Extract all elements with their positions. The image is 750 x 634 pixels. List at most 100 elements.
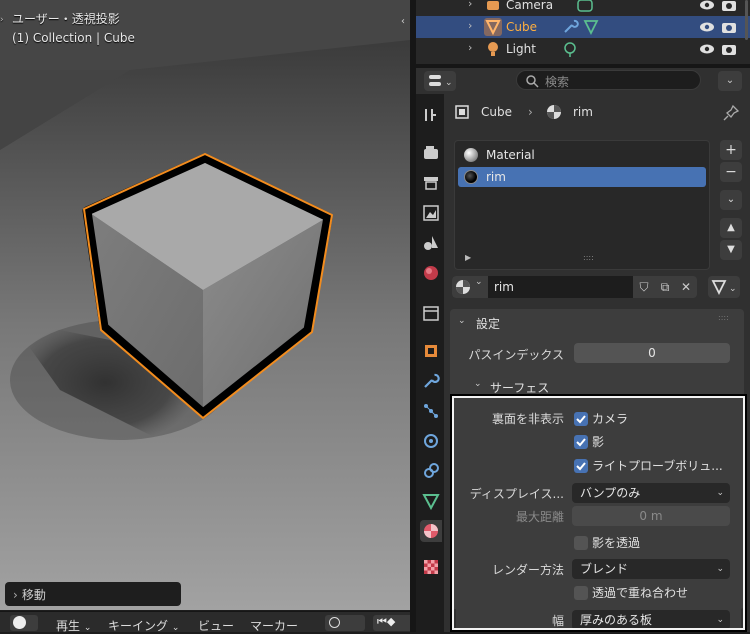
tab-render[interactable] [420, 142, 442, 164]
material-name: rim [494, 280, 514, 294]
transparent-shadow-label[interactable]: 影を透過 [592, 534, 640, 551]
tab-data[interactable] [420, 490, 442, 512]
transparency-overlap-label[interactable]: 透過で重ね合わせ [592, 584, 688, 601]
chevron-right-icon[interactable]: › [468, 41, 472, 54]
properties-search[interactable]: 検索 [516, 70, 701, 90]
surface-subpanel-title[interactable]: サーフェス [490, 379, 549, 396]
properties-editor-icon: ⌄ [429, 75, 453, 88]
render-camera-icon[interactable] [720, 0, 738, 14]
material-icon [456, 280, 470, 294]
displacement-label: ディスプレイス... [469, 487, 564, 501]
3d-viewport[interactable]: ユーザー・透視投影 (1) Collection | Cube › ‹ [0, 0, 410, 610]
filter-toggle-icon[interactable]: ▶ [465, 253, 471, 262]
material-slot[interactable]: rim [458, 167, 706, 187]
drag-handle-icon[interactable]: :::: [718, 313, 729, 322]
last-operator-panel[interactable]: › 移動 [5, 582, 181, 606]
outliner-row-light[interactable]: › Light [416, 38, 750, 60]
tab-world[interactable] [420, 262, 442, 284]
link-type-button[interactable]: ⌄ [708, 276, 740, 298]
playback-menu[interactable]: 再生 ⌄ [56, 617, 91, 634]
tab-texture[interactable] [420, 556, 442, 578]
backface-camera-checkbox[interactable] [574, 412, 588, 426]
material-slot[interactable]: Material [458, 145, 706, 165]
backface-camera-label[interactable]: カメラ [592, 410, 628, 427]
outliner: › Camera › Cube › Light [416, 0, 750, 64]
backface-lightprobe-label[interactable]: ライトプローブボリュ... [592, 457, 723, 474]
slot-specials-button[interactable]: ⌄ [720, 190, 742, 210]
properties-tabs [416, 94, 444, 632]
auto-key-button[interactable] [325, 615, 365, 631]
render-icon [424, 146, 438, 159]
thickness-mode-dropdown[interactable]: 厚みのある板 ⌄ [572, 610, 730, 630]
mesh-object-icon [484, 18, 502, 36]
tab-output[interactable] [420, 172, 442, 194]
mesh-data-icon [422, 494, 440, 511]
outliner-scrollbar[interactable] [745, 0, 748, 40]
displacement-method-dropdown[interactable]: バンプのみ ⌄ [572, 483, 730, 503]
chevron-right-icon[interactable]: › [468, 19, 472, 32]
move-slot-up-button[interactable]: ▲ [720, 218, 742, 238]
settings-panel-title[interactable]: 設定 [476, 315, 500, 332]
chevron-down-icon[interactable]: ⌄ [458, 316, 466, 326]
tab-physics[interactable] [420, 430, 442, 452]
backface-culling-label: 裏面を非表示 [491, 412, 564, 426]
pass-index-field[interactable]: 0 [574, 343, 730, 363]
chevron-down-icon: ⌄ [726, 194, 736, 205]
light-object-icon [488, 42, 498, 56]
keying-menu[interactable]: キーイング ⌄ [108, 617, 179, 634]
backface-shadow-checkbox[interactable] [574, 435, 588, 449]
pass-index-label: パスインデックス [468, 348, 564, 362]
fake-user-button[interactable]: ⛉ [633, 276, 655, 298]
duplicate-material-button[interactable]: ⧉ [654, 276, 676, 298]
eye-icon[interactable] [698, 18, 716, 36]
tab-scene[interactable] [420, 232, 442, 254]
resize-handle-icon[interactable]: :::: [583, 253, 594, 262]
browse-material-button[interactable]: ⌄ [452, 276, 488, 298]
output-icon [424, 177, 438, 190]
unlink-material-button[interactable]: ✕ [675, 276, 697, 298]
chevron-right-icon[interactable]: › [468, 0, 472, 10]
tab-view-layer[interactable] [420, 202, 442, 224]
surface-subpanel: 裏面を非表示 カメラ 影 ライトプローブボリュ... ディスプレイス... バン… [456, 400, 741, 630]
backface-shadow-label[interactable]: 影 [592, 433, 604, 450]
sidebar-toggle-icon[interactable]: ‹ [401, 16, 410, 32]
search-placeholder: 検索 [545, 75, 570, 89]
eye-icon[interactable] [698, 0, 716, 14]
material-slot-list[interactable]: Material rim ▶ :::: [454, 140, 710, 270]
render-method-dropdown[interactable]: ブレンド ⌄ [572, 559, 730, 579]
remove-slot-button[interactable]: − [720, 162, 742, 182]
shield-icon: ⛉ [639, 280, 649, 294]
marker-menu[interactable]: マーカー [250, 617, 298, 634]
clock-icon [13, 616, 26, 629]
tab-collection[interactable] [420, 302, 442, 324]
tab-material[interactable] [420, 520, 442, 542]
tab-object[interactable] [420, 340, 442, 362]
tab-particles[interactable] [420, 400, 442, 422]
transparency-overlap-checkbox[interactable] [574, 586, 588, 600]
view-menu[interactable]: ビュー [198, 617, 234, 634]
pin-icon[interactable] [722, 104, 740, 122]
tab-modifiers[interactable] [420, 370, 442, 392]
render-camera-icon[interactable] [720, 40, 738, 58]
svg-text:⌄: ⌄ [729, 284, 737, 294]
add-slot-button[interactable]: + [720, 140, 742, 160]
move-slot-down-button[interactable]: ▼ [720, 240, 742, 260]
outliner-row-camera[interactable]: › Camera [416, 0, 750, 16]
check-icon [576, 462, 586, 471]
render-camera-icon[interactable] [720, 18, 738, 36]
chevron-down-icon[interactable]: ⌄ [474, 379, 482, 389]
backface-lightprobe-checkbox[interactable] [574, 459, 588, 473]
outliner-row-cube[interactable]: › Cube [416, 16, 750, 38]
camera-data-icon [577, 0, 593, 12]
eye-icon[interactable] [698, 40, 716, 58]
max-distance-label: 最大距離 [515, 510, 564, 524]
toolbar-expand-icon[interactable]: › [0, 15, 4, 25]
transparent-shadow-checkbox[interactable] [574, 536, 588, 550]
tab-constraints[interactable] [420, 460, 442, 482]
editor-type-button[interactable] [10, 615, 38, 631]
editor-type-button[interactable]: ⌄ [424, 71, 456, 91]
max-distance-field[interactable]: 0 m [572, 506, 730, 526]
close-icon: ✕ [680, 280, 692, 294]
tab-tool[interactable] [420, 104, 442, 126]
properties-options-button[interactable]: ⌄ [718, 71, 742, 91]
